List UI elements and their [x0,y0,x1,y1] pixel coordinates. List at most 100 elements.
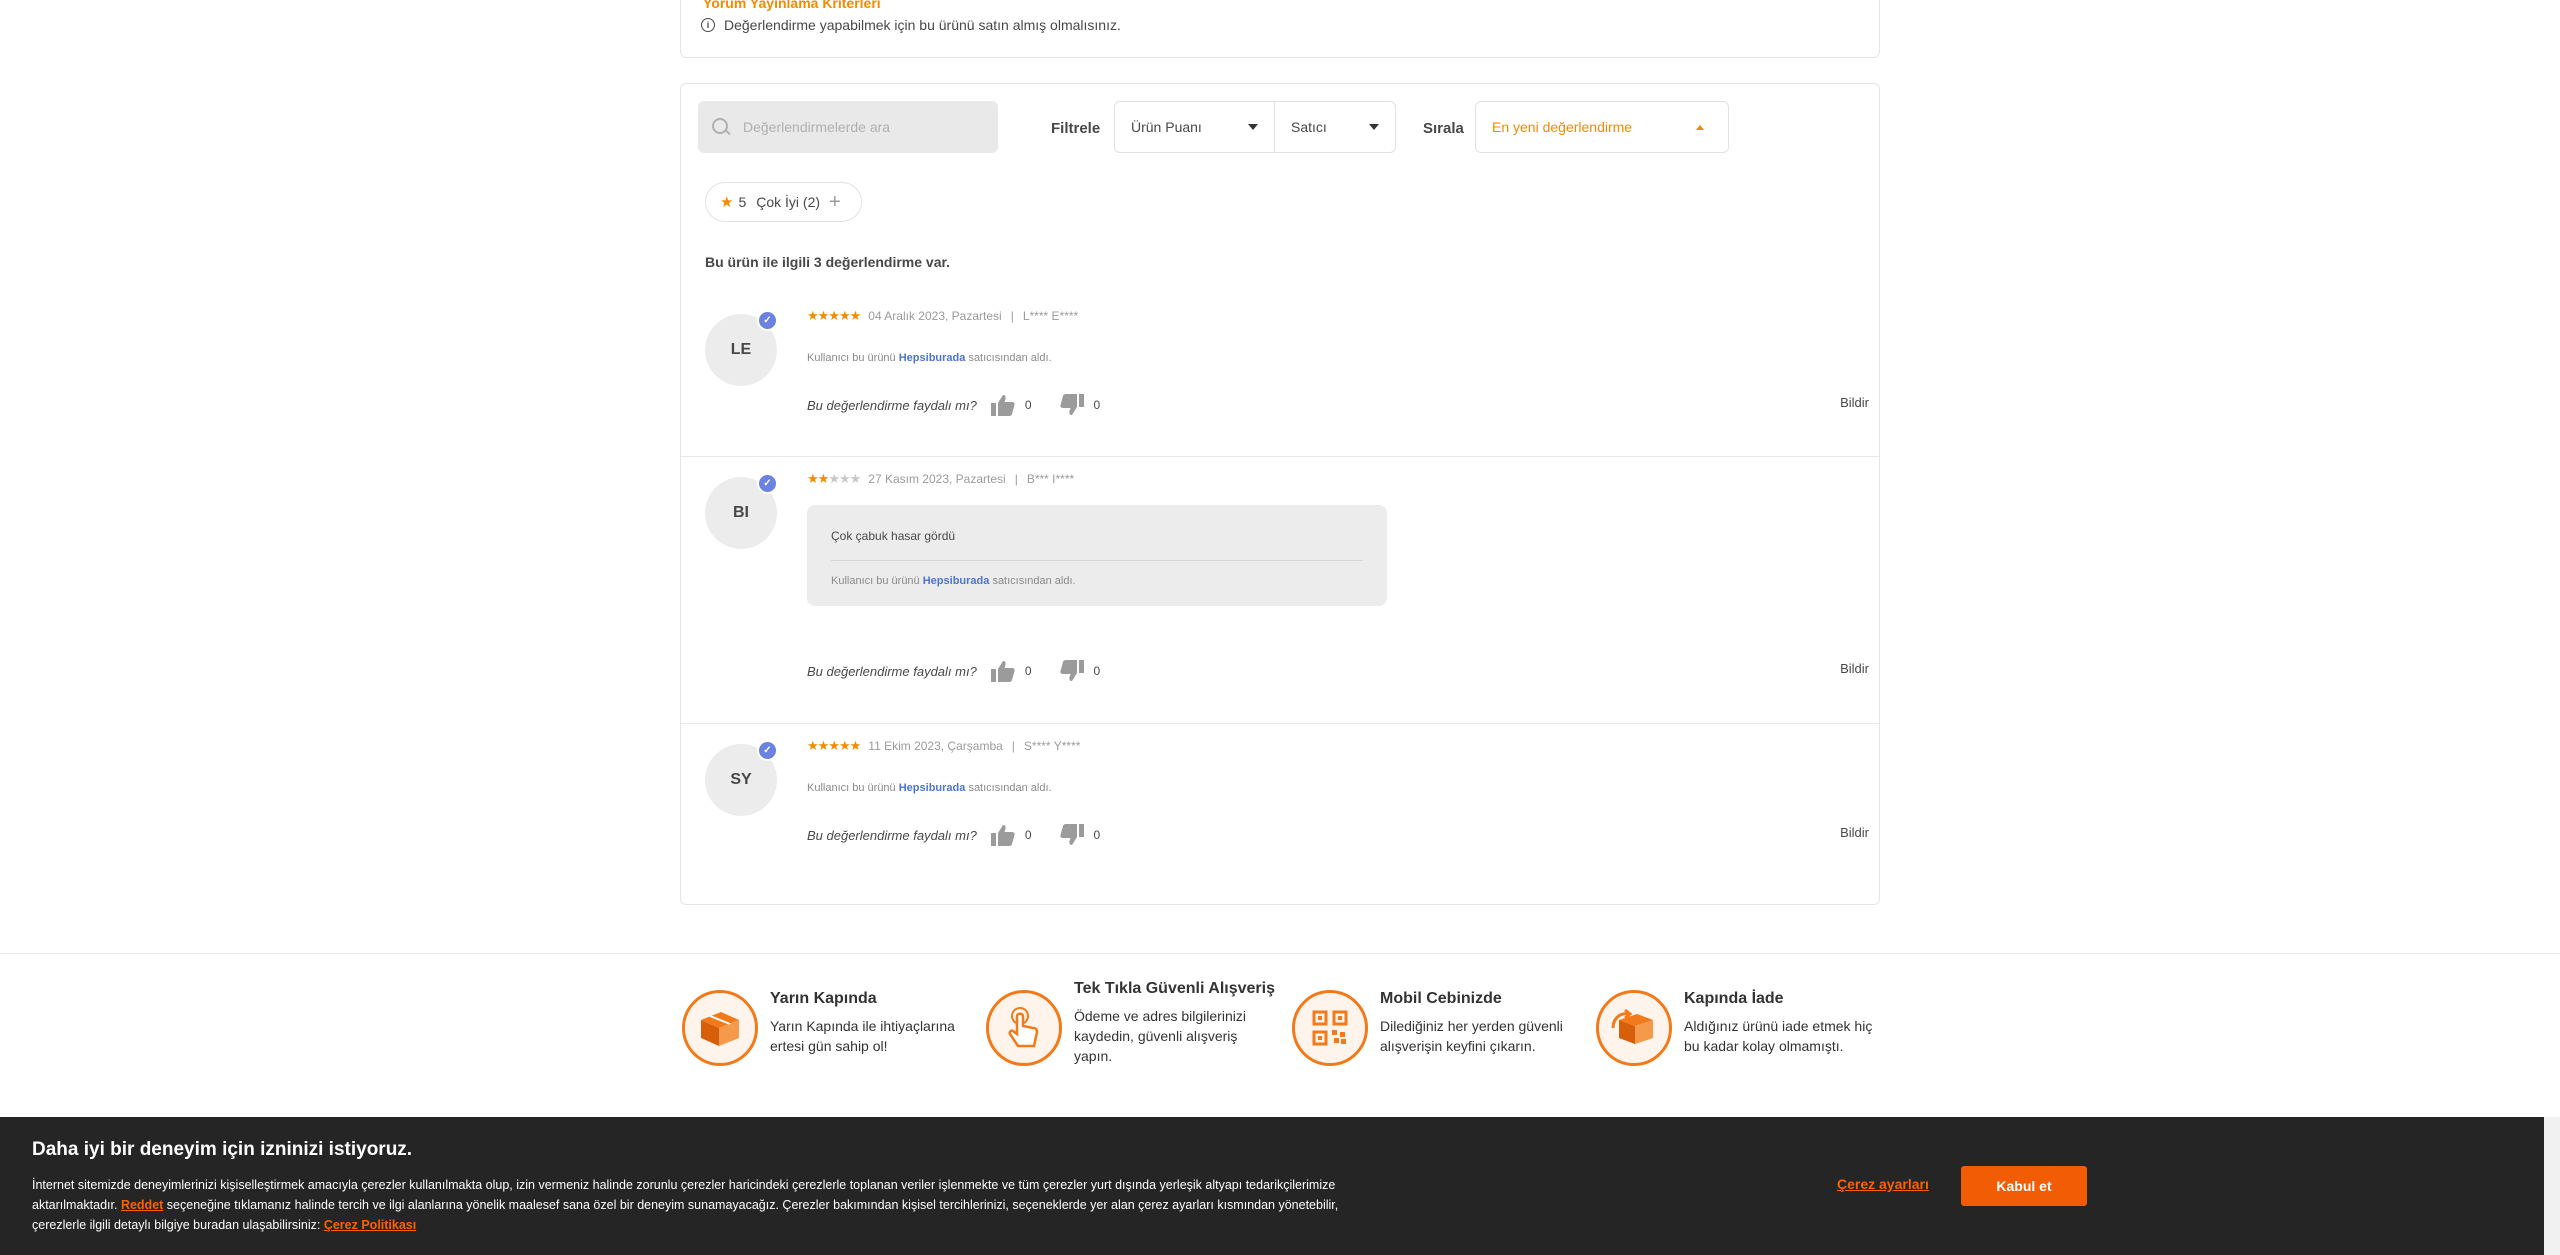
cookie-title: Daha iyi bir deneyim için izninizi istiy… [32,1139,413,1160]
star-filled-icon: ★ [828,738,840,753]
seller-filter-select[interactable]: Satıcı [1275,102,1395,152]
dislike-button[interactable]: 0 [1059,660,1100,682]
bought-suffix: satıcısından aldı. [968,352,1052,364]
avatar: LE ✓ [705,310,778,386]
helpful-question: Bu değerlendirme faydalı mı? [807,827,977,843]
review-criteria-card: Yorum Yayınlama Kriterleri i Değerlendir… [680,0,1880,58]
cookie-accept-button[interactable]: Kabul et [1961,1166,2087,1206]
review-meta: ★ ★ ★ ★ ★ 11 Ekim 2023, Çarşamba | S**** Y**… [807,738,1080,754]
dislike-button[interactable]: 0 [1059,824,1101,846]
dislike-count: 0 [1093,828,1101,842]
like-button[interactable]: 0 [990,660,1032,682]
bought-from-note: Kullanıcı bu ürünü Hepsiburada satıcısın… [831,575,1076,587]
rating-stars: ★ ★ ★ ★ ★ [807,471,862,487]
review-item: BI ✓ ★ ★ ★ ★ ★ 27 Kasım 2023, Pazartesi | B*… [681,457,1879,724]
avatar: BI ✓ [705,473,778,549]
avatar-initials: SY [730,771,752,788]
feature-desc: Aldığınız ürünü iade etmek hiç bu kadar … [1684,1018,1873,1054]
star-filled-icon: ★ [807,308,819,323]
review-search-box[interactable] [698,101,998,153]
criteria-title[interactable]: Yorum Yayınlama Kriterleri [703,0,881,11]
sort-label: Sırala [1423,120,1464,137]
feature-title: Yarın Kapında [770,990,877,1007]
review-meta: ★ ★ ★ ★ ★ 27 Kasım 2023, Pazartesi | B*** I*… [807,471,1074,487]
chip-stars: 5 [738,194,747,210]
verified-check-icon: ✓ [757,473,778,494]
caret-down-icon [1369,124,1379,130]
feature-desc: Dilediğiniz her yerden güvenli alışveriş… [1380,1018,1563,1054]
review-date: 04 Aralık 2023, Pazartesi [868,309,1002,323]
review-comment: Çok çabuk hasar gördü [831,529,956,543]
bought-prefix: Kullanıcı bu ürünü [807,352,896,364]
like-button[interactable]: 0 [990,824,1032,846]
cookie-policy-link[interactable]: Çerez Politikası [324,1218,416,1232]
bought-from-note: Kullanıcı bu ürünü Hepsiburada satıcısın… [807,352,1052,364]
info-icon: i [701,18,715,32]
caret-down-icon [1248,124,1258,130]
rating-chip-very-good[interactable]: ★ 5 Çok İyi (2) + [705,182,862,222]
star-empty-icon: ★ [849,471,862,486]
helpful-question: Bu değerlendirme faydalı mı? [807,397,977,413]
seller-link[interactable]: Hepsiburada [899,782,966,794]
report-link[interactable]: Bildir [1840,661,1869,676]
feature-desc: Ödeme ve adres bilgilerinizi kaydedin, g… [1074,1008,1246,1064]
review-item: LE ✓ ★ ★ ★ ★ ★ 04 Aralık 2023, Pazartesi | L… [681,294,1879,457]
star-filled-icon: ★ [828,308,840,323]
return-box-icon [1596,990,1672,1066]
chip-label: Çok İyi (2) [756,194,821,210]
review-search-input[interactable] [743,119,983,135]
like-count: 0 [1024,398,1032,412]
thumbs-down-icon [1059,660,1084,681]
star-empty-icon: ★ [838,471,851,486]
bought-suffix: satıcısından aldı. [992,575,1076,587]
rating-filter-select[interactable]: Ürün Puanı [1115,102,1275,152]
seller-link[interactable]: Hepsiburada [923,575,990,587]
divider [831,560,1363,561]
helpful-row: Bu değerlendirme faydalı mı? 0 0 [807,824,1128,846]
filter-group: Ürün Puanı Satıcı [1114,101,1396,153]
star-filled-icon: ★ [817,738,830,753]
thumbs-up-icon [990,395,1015,416]
like-button[interactable]: 0 [990,394,1032,416]
bought-prefix: Kullanıcı bu ürünü [831,575,920,587]
star-filled-icon: ★ [838,738,851,753]
star-filled-icon: ★ [838,308,851,323]
plus-icon[interactable]: + [829,191,841,214]
scrollbar-track[interactable] [2544,1117,2560,1255]
review-date: 11 Ekim 2023, Çarşamba [868,739,1003,753]
feature-item: Mobil Cebinizde Dilediğiniz her yerden g… [1292,990,1570,1066]
search-icon [712,118,730,136]
review-meta: ★ ★ ★ ★ ★ 04 Aralık 2023, Pazartesi | L**** … [807,308,1078,324]
like-count: 0 [1024,828,1032,842]
report-link[interactable]: Bildir [1840,825,1869,840]
sort-select[interactable]: En yeni değerlendirme [1475,101,1729,153]
feature-text: Kapında İade Aldığınız ürünü iade etmek … [1684,990,1879,1066]
cookie-reject-link[interactable]: Reddet [121,1198,163,1212]
hand-tap-icon [986,990,1062,1066]
delivery-box-icon [682,990,758,1066]
sort-value: En yeni değerlendirme [1492,119,1633,135]
star-empty-icon: ★ [828,471,840,486]
feature-text: Mobil Cebinizde Dilediğiniz her yerden g… [1380,990,1570,1066]
seller-link[interactable]: Hepsiburada [899,352,966,364]
rating-stars: ★ ★ ★ ★ ★ [807,308,861,324]
star-filled-icon: ★ [817,471,830,486]
dislike-count: 0 [1093,398,1101,412]
feature-item: Yarın Kapında Yarın Kapında ile ihtiyaçl… [682,990,960,1066]
verified-check-icon: ✓ [757,310,778,331]
feature-text: Yarın Kapında Yarın Kapında ile ihtiyaçl… [770,990,960,1066]
section-divider [0,953,2560,954]
thumbs-down-icon [1059,394,1084,415]
report-link[interactable]: Bildir [1840,395,1869,410]
rating-filter-label: Ürün Puanı [1131,119,1202,135]
review-date: 27 Kasım 2023, Pazartesi [868,472,1006,486]
thumbs-up-icon [990,825,1015,846]
feature-desc: Yarın Kapında ile ihtiyaçlarına ertesi g… [770,1018,955,1054]
star-filled-icon: ★ [807,471,819,486]
filter-label: Filtrele [1051,120,1101,137]
criteria-note-text: Değerlendirme yapabilmek için bu ürünü s… [724,17,1121,33]
dislike-button[interactable]: 0 [1059,394,1101,416]
cookie-settings-link[interactable]: Çerez ayarları [1837,1176,1929,1192]
separator: | [1011,739,1015,753]
feature-title: Kapında İade [1684,990,1784,1007]
